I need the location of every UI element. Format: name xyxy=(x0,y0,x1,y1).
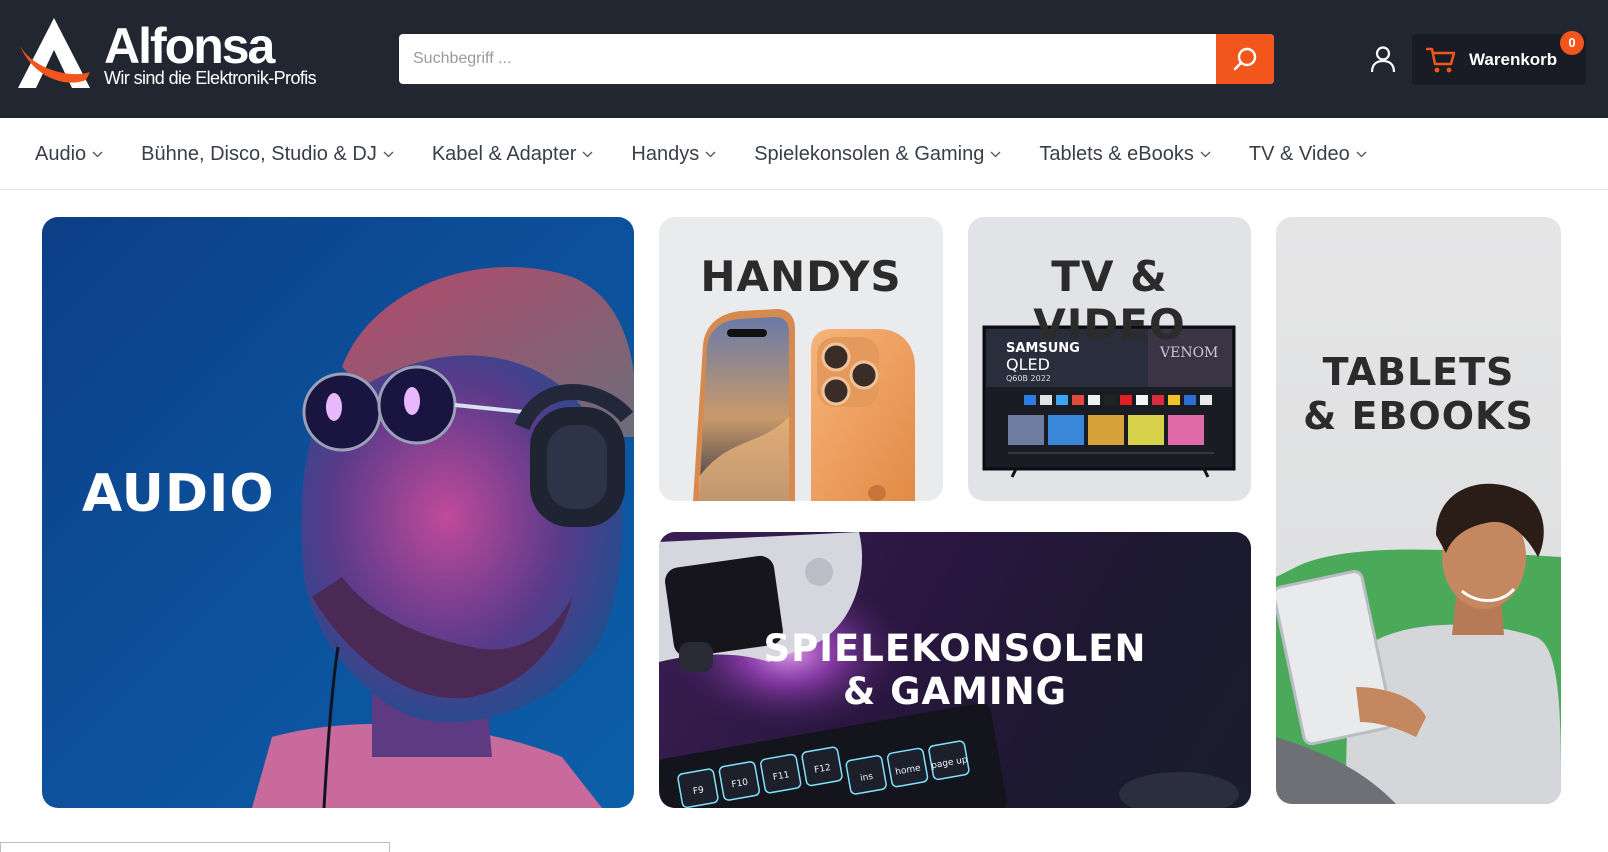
search-icon xyxy=(1233,47,1257,71)
nav-item-buehne-disco-studio-dj[interactable]: Bühne, Disco, Studio & DJ xyxy=(141,143,394,166)
tile-tablets-title: TABLETS & EBOOKS xyxy=(1276,350,1561,438)
nav-item-label: TV & Video xyxy=(1248,142,1350,165)
account-button[interactable] xyxy=(1367,42,1399,76)
nav-item-tablets-ebooks[interactable]: Tablets & eBooks xyxy=(1039,143,1211,166)
cart-label: Warenkorb xyxy=(1469,50,1558,69)
tile-tablets-title-line1: TABLETS xyxy=(1322,350,1515,394)
chevron-down-icon xyxy=(582,151,593,157)
nav-item-label: Audio xyxy=(35,142,87,165)
tile-tv-video[interactable]: SAMSUNG QLED Q60B 2022 VENOM TV & VIDEO xyxy=(968,217,1251,501)
cart-button[interactable]: Warenkorb 0 xyxy=(1412,31,1586,85)
tile-gaming-title-line1: SPIELEKONSOLEN xyxy=(763,627,1147,670)
search-button[interactable] xyxy=(1216,34,1274,84)
site-header: Alfonsa Wir sind die Elektronik-Profis W… xyxy=(0,0,1608,118)
chevron-down-icon xyxy=(705,151,716,157)
search-input[interactable] xyxy=(399,34,1216,84)
brand-tagline: Wir sind die Elektronik-Profis xyxy=(104,68,317,88)
nav-item-kabel-adapter[interactable]: Kabel & Adapter xyxy=(432,143,594,166)
chevron-down-icon xyxy=(990,151,1001,157)
logo-mark-icon xyxy=(18,18,90,88)
tv-screen-model: QLED xyxy=(1006,355,1050,374)
tile-tablets-title-line2: & EBOOKS xyxy=(1303,393,1534,438)
nav-item-label: Spielekonsolen & Gaming xyxy=(754,142,985,165)
tv-screen-sub: Q60B 2022 xyxy=(1006,374,1051,383)
nav-item-label: Kabel & Adapter xyxy=(431,142,577,165)
chevron-down-icon xyxy=(1200,151,1211,157)
tile-handys[interactable]: HANDYS xyxy=(659,217,943,501)
cart-count-badge: 0 xyxy=(1560,31,1584,55)
tile-audio-title: AUDIO xyxy=(82,464,275,524)
tile-tablets-ebooks[interactable]: TABLETS & EBOOKS xyxy=(1276,217,1561,804)
chevron-down-icon xyxy=(1356,151,1367,157)
tile-gaming-title-line2: & GAMING xyxy=(842,669,1068,713)
nav-item-label: Handys xyxy=(631,142,700,165)
footer-edge xyxy=(0,842,390,852)
nav-item-spielekonsolen-gaming[interactable]: Spielekonsolen & Gaming xyxy=(754,143,1001,166)
brand-logo[interactable]: Alfonsa Wir sind die Elektronik-Profis xyxy=(16,16,326,94)
search-bar xyxy=(399,34,1274,84)
nav-item-label: Bühne, Disco, Studio & DJ xyxy=(141,142,377,165)
nav-item-audio[interactable]: Audio xyxy=(35,143,103,166)
category-nav: Audio Bühne, Disco, Studio & DJ Kabel & … xyxy=(0,118,1608,190)
tv-thumbnail-row xyxy=(1008,415,1204,445)
cart-icon xyxy=(1426,47,1456,73)
tile-spielekonsolen-gaming[interactable]: F9 F10 F11 F12 ins home page up SPIELEKONSOLEN… xyxy=(659,532,1251,808)
user-icon xyxy=(1370,46,1396,73)
chevron-down-icon xyxy=(92,151,103,157)
nav-item-label: Tablets & eBooks xyxy=(1039,142,1194,165)
tile-handys-title: HANDYS xyxy=(700,252,902,301)
tile-gaming-title: SPIELEKONSOLEN & GAMING xyxy=(659,627,1251,713)
nav-item-handys[interactable]: Handys xyxy=(631,143,716,166)
tablets-hero-image xyxy=(1276,483,1561,804)
chevron-down-icon xyxy=(383,151,394,157)
tile-tv-title: TV & VIDEO xyxy=(1033,252,1186,350)
nav-item-tv-video[interactable]: TV & Video xyxy=(1249,143,1367,166)
tile-audio[interactable]: AUDIO xyxy=(42,217,634,808)
keyboard-key-label: F9 xyxy=(692,785,705,797)
